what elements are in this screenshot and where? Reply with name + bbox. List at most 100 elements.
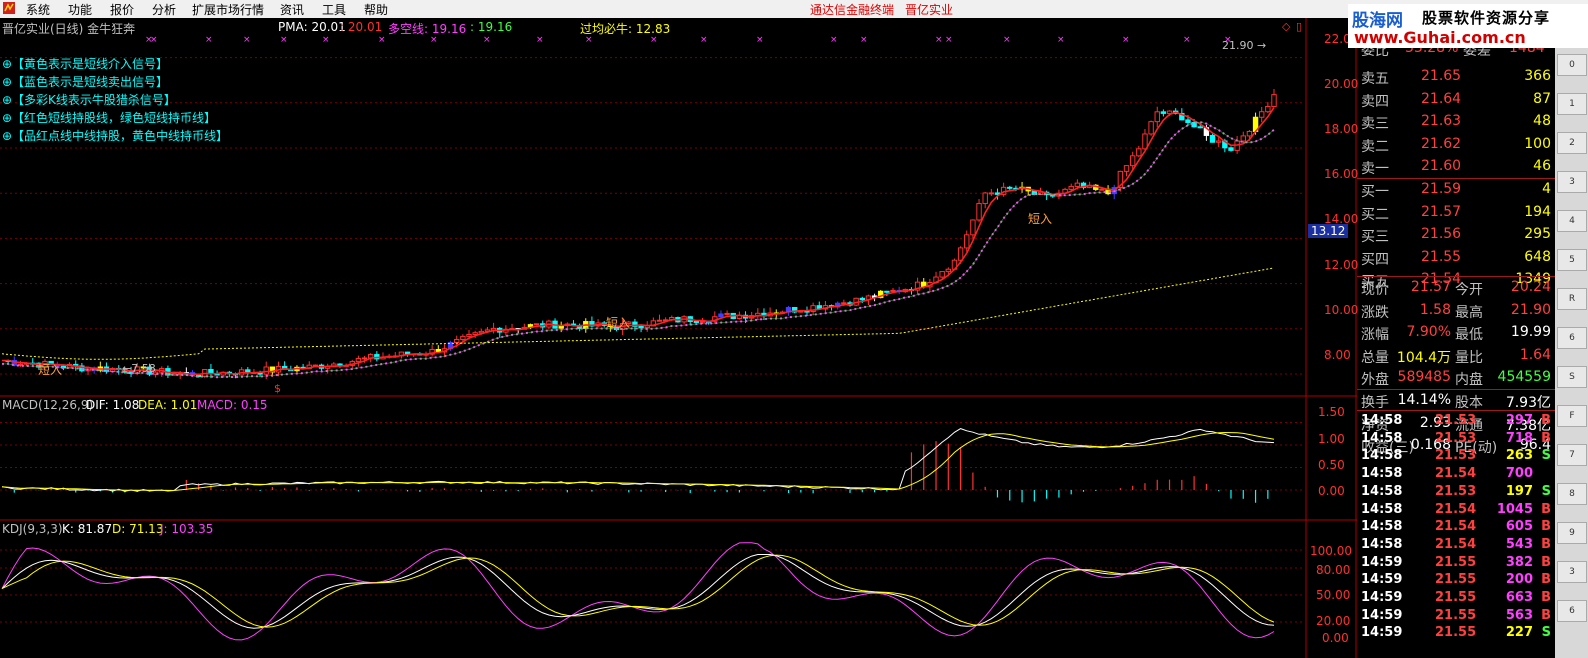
candle-body xyxy=(884,290,890,293)
tick-side: B xyxy=(1541,572,1551,588)
window-toggle-icon[interactable]: ▯ xyxy=(1296,20,1302,33)
tick-price: 21.53 xyxy=(1435,430,1477,446)
menu-item-extended-market[interactable]: 扩展市场行情 xyxy=(192,1,264,18)
candle-body xyxy=(1123,165,1130,172)
price-axis-16: 16.00 xyxy=(1324,167,1359,181)
candle-body xyxy=(1136,148,1142,157)
toolbar-button[interactable]: 6 xyxy=(1557,600,1587,622)
toolbar-button[interactable]: R xyxy=(1557,288,1587,310)
stat-value: 20.24 xyxy=(1510,279,1551,295)
toolbar-button[interactable]: 0 xyxy=(1557,54,1587,76)
duokong-value: 多空线: 19.16 xyxy=(388,22,467,36)
menu-item-system[interactable]: 系统 xyxy=(26,1,50,18)
ask-label: 卖一 xyxy=(1361,161,1389,178)
signal-marker: × xyxy=(378,35,386,45)
tick-volume: 605 xyxy=(1505,519,1533,535)
kdj-axis-80: 80.00 xyxy=(1316,563,1351,577)
toolbar-button[interactable]: S xyxy=(1557,366,1587,388)
stat-row: 涨幅 7.90% 最低 19.99 xyxy=(1357,322,1555,343)
bid-label: 买三 xyxy=(1361,229,1389,246)
signal-marker: × xyxy=(150,35,158,45)
bid-row-2: 买二 21.57 194 xyxy=(1357,202,1555,223)
tick-side: B xyxy=(1541,607,1551,623)
bid-price: 21.57 xyxy=(1421,203,1462,220)
ask-row-4: 卖四 21.64 87 xyxy=(1357,89,1555,110)
macd-axis-000: 0.00 xyxy=(1318,484,1345,498)
toolbar-button[interactable]: 2 xyxy=(1557,132,1587,154)
candle-body xyxy=(970,219,976,236)
ask-volume: 48 xyxy=(1533,113,1551,130)
price-axis-10: 10.00 xyxy=(1324,303,1359,317)
candle-body xyxy=(466,333,472,337)
quote-panel: 委比 33.28% 委差 1484 卖五 21.65 366 卖四 21.64 … xyxy=(1357,18,1555,658)
tick-price: 21.53 xyxy=(1435,413,1477,428)
tick-row: 14:58 21.54 605 B xyxy=(1357,518,1555,535)
toolbar-button[interactable]: F xyxy=(1557,405,1587,427)
ask-price: 21.64 xyxy=(1421,90,1462,107)
stock-name-title: 晋亿实业 xyxy=(905,3,954,17)
kdj-axis-20: 20.00 xyxy=(1316,614,1351,628)
menu-item-help[interactable]: 帮助 xyxy=(364,1,388,18)
bid-label: 买二 xyxy=(1361,206,1389,223)
signal-marker: × xyxy=(700,35,708,45)
tick-volume: 200 xyxy=(1505,572,1533,588)
menu-item-info[interactable]: 资讯 xyxy=(280,1,304,18)
tick-volume: 563 xyxy=(1505,607,1533,623)
stat-label: 最低 xyxy=(1455,327,1483,344)
candle-body xyxy=(718,313,724,318)
signal-marker: × xyxy=(945,35,953,45)
toolbar-button[interactable]: 3 xyxy=(1557,171,1587,193)
toolbar-button[interactable]: 3 xyxy=(1557,561,1587,583)
tick-time: 14:58 xyxy=(1361,483,1403,499)
tick-volume: 263 xyxy=(1505,448,1533,464)
high-price-value: 21.90 xyxy=(1222,39,1254,52)
menu-item-tools[interactable]: 工具 xyxy=(322,1,346,18)
candle-body xyxy=(1259,111,1265,118)
menu-item-analysis[interactable]: 分析 xyxy=(152,1,176,18)
candle-body xyxy=(976,203,982,221)
menu-item-function[interactable]: 功能 xyxy=(68,1,92,18)
signal-marker: × xyxy=(1003,35,1011,45)
tick-price: 21.53 xyxy=(1435,448,1477,464)
signal-marker: × xyxy=(1057,35,1065,45)
signal-marker: × xyxy=(280,35,288,45)
kdj-axis-0: 0.00 xyxy=(1322,631,1349,645)
toolbar-button[interactable]: 7 xyxy=(1557,444,1587,466)
candle-body xyxy=(1271,94,1277,107)
tick-side: B xyxy=(1541,554,1551,570)
tick-volume: 197 xyxy=(1505,483,1533,499)
price-axis-20: 20.00 xyxy=(1324,77,1359,91)
toolbar-button[interactable]: 6 xyxy=(1557,327,1587,349)
entry-signal-2: 短入 xyxy=(606,316,631,330)
kdj-axis-100: 100.00 xyxy=(1310,544,1352,558)
ask-row-5: 卖五 21.65 366 xyxy=(1357,66,1555,87)
app-logo-icon xyxy=(3,2,15,14)
entry-signal-1: 短入 xyxy=(38,363,63,377)
toolbar-button[interactable]: 4 xyxy=(1557,210,1587,232)
bid-row-3: 买三 21.56 295 xyxy=(1357,224,1555,245)
tick-time: 14:59 xyxy=(1361,572,1403,588)
signal-marker: × xyxy=(205,35,213,45)
guojun-value: 过均必牛: 12.83 xyxy=(580,22,671,36)
toolbar-button[interactable]: 9 xyxy=(1557,522,1587,544)
tick-side: B xyxy=(1541,519,1551,535)
stat-label: 现价 xyxy=(1361,282,1389,298)
signal-marker: × xyxy=(322,35,330,45)
diamond-icon[interactable]: ◇ xyxy=(1282,20,1290,33)
bid-label: 买一 xyxy=(1361,184,1389,200)
stat-label: 今开 xyxy=(1455,282,1483,298)
candle-body xyxy=(1265,105,1271,113)
tick-volume: 718 xyxy=(1505,430,1533,446)
menu-item-quote[interactable]: 报价 xyxy=(110,1,134,18)
toolbar-button[interactable]: 1 xyxy=(1557,93,1587,115)
tick-volume: 382 xyxy=(1505,554,1533,570)
ask-price: 21.60 xyxy=(1421,158,1462,175)
ask-row-2: 卖二 21.62 100 xyxy=(1357,134,1555,155)
candle-body xyxy=(263,366,269,375)
toolbar-button[interactable]: 8 xyxy=(1557,483,1587,505)
toolbar-button[interactable]: 5 xyxy=(1557,249,1587,271)
tick-row: 14:58 21.53 263 S xyxy=(1357,447,1555,464)
tick-time: 14:58 xyxy=(1361,466,1403,482)
signal-marker: × xyxy=(756,35,764,45)
tick-time: 14:58 xyxy=(1361,519,1403,535)
